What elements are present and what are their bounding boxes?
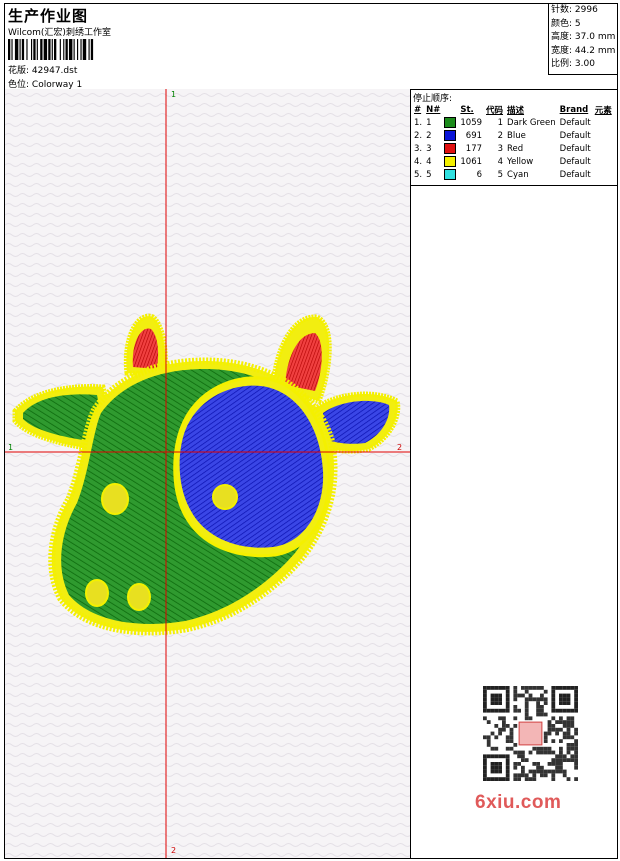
row-code: 5 bbox=[497, 169, 504, 180]
row-code: 3 bbox=[497, 143, 504, 154]
stat-scale: 比例: 3.00 bbox=[549, 58, 618, 72]
design-canvas[interactable]: 1 2 1 2 bbox=[5, 89, 411, 858]
row-index: 1. bbox=[414, 117, 423, 128]
row-element bbox=[593, 129, 614, 142]
table-row: 1. 1 1059 1 Dark Green Default bbox=[412, 116, 614, 129]
row-n: 5 bbox=[426, 169, 432, 180]
stat-label: 针数: bbox=[551, 5, 573, 15]
page-title: 生产作业图 bbox=[8, 7, 89, 25]
column-header: 代码 bbox=[486, 105, 504, 116]
row-brand: Default bbox=[559, 117, 591, 128]
row-element bbox=[593, 116, 614, 129]
table-header-row: # N# St. 代码 描述 Brand 元素 bbox=[412, 103, 614, 116]
row-swatch bbox=[442, 155, 458, 168]
row-code: 2 bbox=[497, 130, 504, 141]
row-element bbox=[593, 142, 614, 155]
row-stitches: 691 bbox=[465, 130, 483, 141]
stat-value: 44.2 mm bbox=[574, 45, 616, 56]
stat-label: 比例: bbox=[551, 59, 573, 69]
row-n: 3 bbox=[426, 143, 432, 154]
stat-value: 37.0 mm bbox=[574, 32, 616, 42]
design-value: 42947.dst bbox=[31, 66, 78, 76]
row-brand: Default bbox=[559, 156, 591, 167]
stat-value: 3.00 bbox=[574, 59, 595, 69]
color-swatch bbox=[444, 143, 457, 154]
row-index: 5. bbox=[414, 169, 423, 180]
row-code: 1 bbox=[497, 117, 504, 128]
column-header: Brand bbox=[559, 104, 589, 115]
axis-top-label: 1 bbox=[171, 90, 177, 99]
row-index: 4. bbox=[414, 156, 423, 167]
row-index: 2. bbox=[414, 130, 423, 141]
row-desc: Yellow bbox=[507, 156, 534, 167]
column-header: St. bbox=[460, 104, 474, 115]
row-swatch bbox=[442, 142, 458, 155]
table-row: 5. 5 6 5 Cyan Default bbox=[412, 168, 614, 181]
production-sheet: 生产作业图 Wilcom(汇宏)刺绣工作室 花版: 42947.dst 色位: … bbox=[4, 3, 618, 859]
row-element bbox=[593, 168, 614, 181]
stat-value: 2996 bbox=[574, 5, 598, 15]
row-stitches: 1061 bbox=[460, 156, 483, 167]
row-stitches: 177 bbox=[465, 143, 483, 154]
table-row: 3. 3 177 3 Red Default bbox=[412, 142, 614, 155]
row-code: 4 bbox=[497, 156, 504, 167]
row-brand: Default bbox=[559, 130, 591, 141]
sheet-header: 生产作业图 Wilcom(汇宏)刺绣工作室 花版: 42947.dst 色位: … bbox=[5, 4, 618, 90]
stat-colors: 颜色: 5 bbox=[549, 18, 618, 32]
stop-sequence-table: # N# St. 代码 描述 Brand 元素 1. 1 1059 1 Dark Gre… bbox=[412, 103, 614, 181]
company-name: Wilcom(汇宏)刺绣工作室 bbox=[8, 28, 111, 38]
color-swatch bbox=[444, 169, 457, 180]
row-desc: Dark Green bbox=[507, 117, 556, 128]
row-index: 3. bbox=[414, 143, 423, 154]
design-file: 花版: 42947.dst bbox=[8, 63, 77, 76]
axis-left-label: 1 bbox=[8, 443, 14, 452]
row-swatch bbox=[442, 116, 458, 129]
row-stitches: 1059 bbox=[460, 117, 483, 128]
stat-value: 5 bbox=[574, 18, 581, 29]
stat-label: 颜色: bbox=[551, 18, 573, 29]
color-swatch bbox=[444, 117, 457, 128]
stat-label: 宽度: bbox=[551, 45, 573, 56]
row-stitches: 6 bbox=[476, 169, 483, 180]
row-element bbox=[593, 155, 614, 168]
row-desc: Red bbox=[507, 143, 524, 154]
axis-bottom-label: 2 bbox=[171, 846, 177, 855]
stat-stitches: 针数: 2996 bbox=[549, 4, 618, 18]
row-brand: Default bbox=[559, 143, 591, 154]
row-swatch bbox=[442, 168, 458, 181]
table-row: 2. 2 691 2 Blue Default bbox=[412, 129, 614, 142]
column-header: 元素 bbox=[594, 105, 612, 116]
stat-height: 高度: 37.0 mm bbox=[549, 31, 618, 45]
row-n: 2 bbox=[426, 130, 432, 141]
row-desc: Cyan bbox=[507, 169, 529, 180]
design-label: 花版: bbox=[8, 66, 30, 76]
watermark-brand: 6xiu.com bbox=[475, 792, 562, 813]
column-header: # bbox=[414, 104, 422, 115]
stop-sequence-panel: 停止顺序: # N# St. 代码 描述 Brand 元素 1. 1 1059 1 Da… bbox=[411, 89, 617, 186]
embroidery-preview bbox=[5, 89, 410, 858]
row-desc: Blue bbox=[507, 130, 526, 141]
column-header: 描述 bbox=[507, 105, 525, 116]
qr-code-icon bbox=[473, 684, 589, 784]
barcode-icon bbox=[8, 39, 94, 60]
row-brand: Default bbox=[559, 169, 591, 180]
table-row: 4. 4 1061 4 Yellow Default bbox=[412, 155, 614, 168]
color-swatch bbox=[444, 156, 457, 167]
row-swatch bbox=[442, 129, 458, 142]
column-header bbox=[442, 103, 458, 116]
stat-label: 高度: bbox=[551, 32, 573, 42]
row-n: 4 bbox=[426, 156, 432, 167]
color-swatch bbox=[444, 130, 457, 141]
stat-width: 宽度: 44.2 mm bbox=[549, 45, 618, 59]
stats-panel: 针数: 2996 颜色: 5 高度: 37.0 mm 宽度: 44.2 mm 比… bbox=[548, 4, 618, 75]
row-n: 1 bbox=[426, 117, 432, 128]
column-header: N# bbox=[426, 104, 441, 115]
axis-right-label: 2 bbox=[397, 443, 403, 452]
